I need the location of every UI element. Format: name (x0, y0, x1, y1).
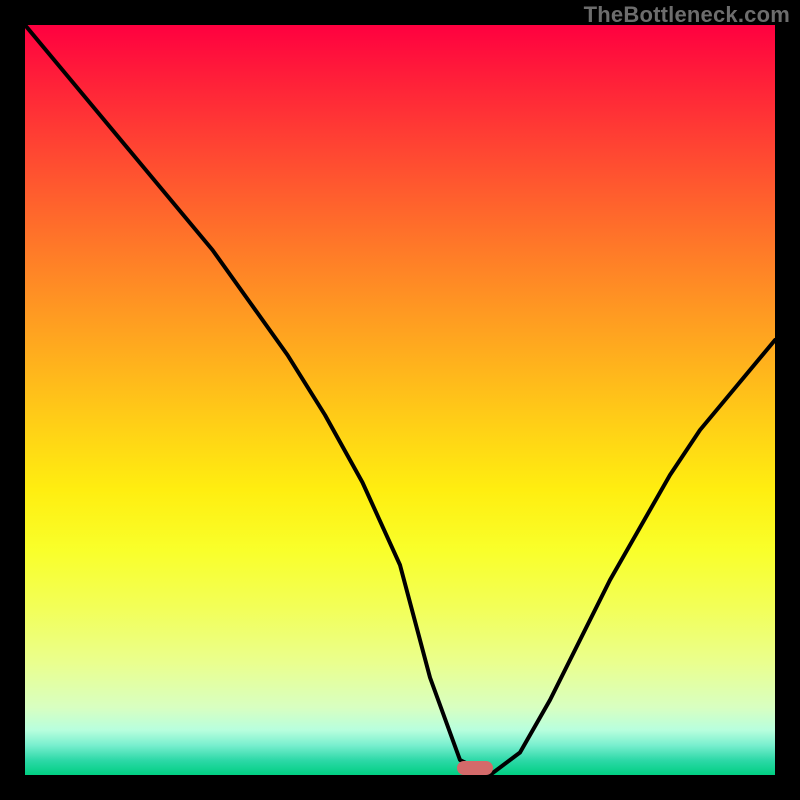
heat-gradient-background (25, 25, 775, 775)
plot-area (25, 25, 775, 775)
optimal-point-marker (457, 761, 493, 775)
chart-frame: TheBottleneck.com (0, 0, 800, 800)
